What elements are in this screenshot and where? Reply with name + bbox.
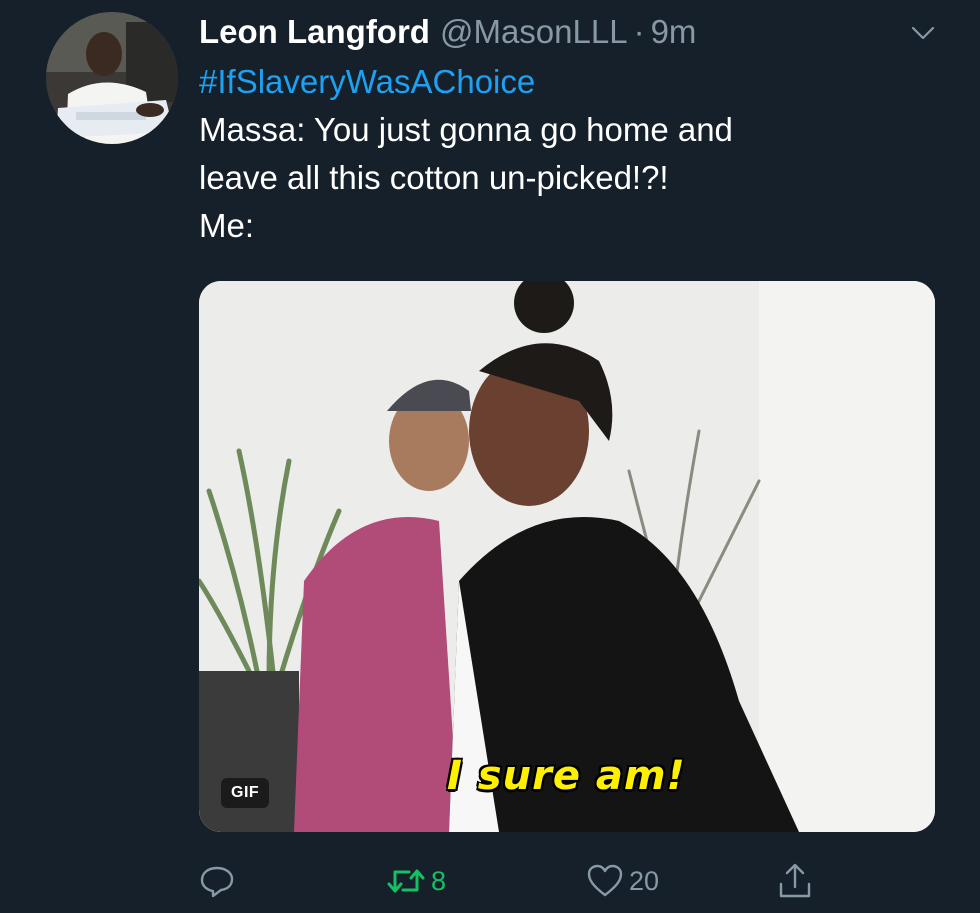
retweet-count: 8 xyxy=(431,865,447,896)
retweet-icon xyxy=(387,869,425,893)
avatar-photo xyxy=(46,12,178,144)
tweet-actions: 8 20 xyxy=(199,856,839,906)
like-count: 20 xyxy=(629,865,660,896)
gif-media[interactable]: I sure am! GIF xyxy=(199,281,935,832)
share-icon xyxy=(779,863,811,898)
retweet-button[interactable]: 8 xyxy=(387,856,446,906)
gif-badge: GIF xyxy=(221,778,270,808)
hashtag-link[interactable]: #IfSlaveryWasAChoice xyxy=(199,58,939,106)
avatar[interactable] xyxy=(46,12,178,144)
tweet-header: Leon Langford @MasonLLL · 9m xyxy=(199,8,696,56)
separator-dot: · xyxy=(633,13,645,50)
reply-button[interactable] xyxy=(199,856,235,906)
gif-frame xyxy=(199,281,935,832)
tweet-text-line: Me: xyxy=(199,207,255,244)
reply-icon xyxy=(200,866,234,898)
author-handle[interactable]: @MasonLLL xyxy=(440,13,628,51)
tweet[interactable]: Leon Langford @MasonLLL · 9m #IfSlaveryW… xyxy=(0,0,980,913)
share-button[interactable] xyxy=(777,856,813,906)
chevron-down-icon[interactable] xyxy=(908,18,938,48)
author-name[interactable]: Leon Langford xyxy=(199,13,430,51)
tweet-text-line: leave all this cotton un-picked!?! xyxy=(199,159,669,196)
timestamp[interactable]: 9m xyxy=(651,13,697,51)
like-button[interactable]: 20 xyxy=(587,856,659,906)
tweet-text: #IfSlaveryWasAChoice Massa: You just gon… xyxy=(199,58,939,250)
tweet-text-line: Massa: You just gonna go home and xyxy=(199,111,733,148)
heart-icon xyxy=(587,864,623,897)
gif-caption: I sure am! xyxy=(447,753,686,799)
